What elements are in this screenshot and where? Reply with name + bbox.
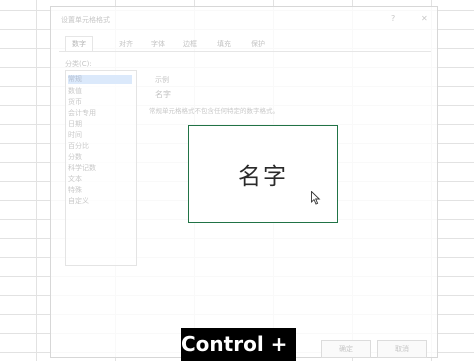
zoomed-cell-text: 名字 — [238, 164, 288, 190]
category-item-general[interactable]: 常规 — [68, 75, 132, 84]
mouse-pointer-icon — [311, 191, 321, 205]
sample-value: 名字 — [155, 90, 171, 99]
help-icon[interactable]: ? — [391, 14, 395, 23]
format-description: 常规单元格格式不包含任何特定的数字格式。 — [149, 107, 279, 115]
ok-button[interactable]: 确定 — [321, 340, 371, 358]
dialog-title: 设置单元格格式 — [61, 16, 110, 24]
category-item-percentage[interactable]: 百分比 — [68, 142, 89, 151]
keyboard-shortcut-label: Control + 1 — [181, 328, 308, 361]
category-item-number[interactable]: 数值 — [68, 87, 82, 96]
tab-fill[interactable]: 填充 — [217, 39, 231, 49]
category-item-text[interactable]: 文本 — [68, 175, 82, 184]
close-icon[interactable]: ✕ — [421, 14, 428, 23]
cancel-button[interactable]: 取消 — [377, 340, 427, 358]
sample-label: 示例 — [155, 76, 169, 84]
category-item-fraction[interactable]: 分数 — [68, 153, 82, 162]
category-item-special[interactable]: 特殊 — [68, 186, 82, 195]
tab-font[interactable]: 字体 — [151, 39, 165, 49]
category-item-custom[interactable]: 自定义 — [68, 197, 89, 206]
category-item-accounting[interactable]: 会计专用 — [68, 109, 96, 118]
category-label: 分类(C): — [65, 60, 92, 68]
category-item-scientific[interactable]: 科学记数 — [68, 164, 96, 173]
zoomed-cell-preview: 名字 — [188, 125, 338, 223]
tab-number[interactable]: 数字 — [65, 36, 93, 51]
category-list[interactable]: 常规 数值 货币 会计专用 日期 时间 百分比 分数 科学记数 文本 特殊 自定… — [65, 70, 137, 266]
category-item-time[interactable]: 时间 — [68, 131, 82, 140]
tab-protection[interactable]: 保护 — [251, 39, 265, 49]
category-item-date[interactable]: 日期 — [68, 120, 82, 129]
category-item-currency[interactable]: 货币 — [68, 98, 82, 107]
tab-bar: 数字 对齐 字体 边框 填充 保护 — [59, 36, 431, 52]
tab-border[interactable]: 边框 — [183, 39, 197, 49]
tab-alignment[interactable]: 对齐 — [119, 39, 133, 49]
